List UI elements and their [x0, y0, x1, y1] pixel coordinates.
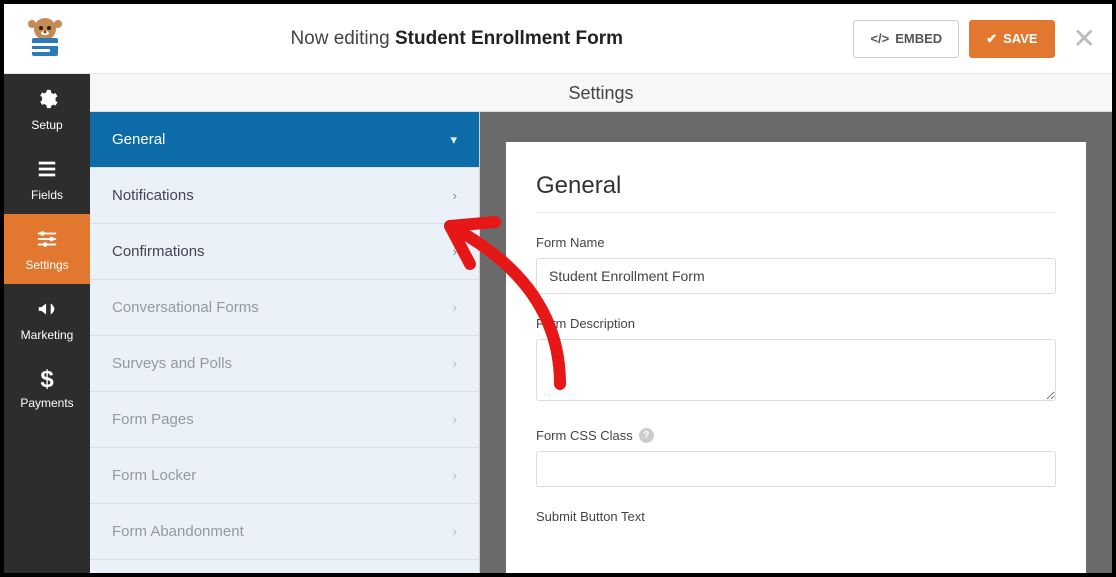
- nav-setup[interactable]: Setup: [4, 74, 90, 144]
- app-logo: [20, 14, 70, 64]
- code-icon: </>: [870, 31, 889, 46]
- settings-item-notifications[interactable]: Notifications ›: [90, 168, 479, 224]
- chevron-right-icon: ›: [453, 524, 457, 539]
- settings-item-label: Confirmations: [112, 243, 205, 260]
- settings-item-form-locker[interactable]: Form Locker ›: [90, 448, 479, 504]
- settings-item-label: Form Locker: [112, 467, 196, 484]
- form-title: Student Enrollment Form: [395, 28, 623, 49]
- gear-icon: [4, 88, 90, 114]
- nav-marketing[interactable]: Marketing: [4, 284, 90, 354]
- sliders-icon: [4, 228, 90, 254]
- workspace-body: General ▾ Notifications › Confirmations …: [90, 112, 1112, 573]
- field-submit-text: Submit Button Text: [536, 509, 1056, 524]
- form-css-label: Form CSS Class ?: [536, 428, 1056, 443]
- main-area: Setup Fields Settings Marketing $ Paymen…: [4, 74, 1112, 573]
- embed-button[interactable]: </> EMBED: [853, 20, 959, 58]
- workspace: Settings General ▾ Notifications › Confi…: [90, 74, 1112, 573]
- dollar-icon: $: [4, 368, 90, 392]
- check-icon: ✔: [986, 31, 997, 47]
- top-bar: Now editing Student Enrollment Form </> …: [4, 4, 1112, 74]
- chevron-right-icon: ›: [453, 356, 457, 371]
- settings-item-general[interactable]: General ▾: [90, 112, 479, 168]
- embed-label: EMBED: [895, 31, 942, 46]
- bullhorn-icon: [4, 298, 90, 324]
- save-button[interactable]: ✔ SAVE: [969, 20, 1054, 58]
- submit-btn-label: Submit Button Text: [536, 509, 1056, 524]
- chevron-right-icon: ›: [453, 300, 457, 315]
- close-icon[interactable]: ✕: [1073, 25, 1096, 53]
- chevron-right-icon: ›: [453, 188, 457, 203]
- page-title: Now editing Student Enrollment Form: [70, 28, 843, 50]
- nav-payments[interactable]: $ Payments: [4, 354, 90, 422]
- nav-label: Setup: [4, 118, 90, 132]
- settings-item-label: General: [112, 131, 165, 148]
- settings-item-conversational-forms[interactable]: Conversational Forms ›: [90, 280, 479, 336]
- general-panel: General Form Name Form Description Form …: [506, 142, 1086, 573]
- nav-label: Fields: [4, 188, 90, 202]
- settings-item-label: Surveys and Polls: [112, 355, 232, 372]
- field-form-css: Form CSS Class ?: [536, 428, 1056, 487]
- settings-item-label: Form Abandonment: [112, 523, 244, 540]
- form-name-input[interactable]: [536, 258, 1056, 294]
- left-nav: Setup Fields Settings Marketing $ Paymen…: [4, 74, 90, 573]
- settings-item-surveys-polls[interactable]: Surveys and Polls ›: [90, 336, 479, 392]
- form-desc-label: Form Description: [536, 316, 1056, 331]
- form-name-label: Form Name: [536, 235, 1056, 250]
- form-css-input[interactable]: [536, 451, 1056, 487]
- nav-fields[interactable]: Fields: [4, 144, 90, 214]
- settings-item-confirmations[interactable]: Confirmations ›: [90, 224, 479, 280]
- form-desc-input[interactable]: [536, 339, 1056, 401]
- nav-label: Payments: [4, 396, 90, 410]
- chevron-right-icon: ›: [453, 244, 457, 259]
- nav-label: Marketing: [4, 328, 90, 342]
- nav-label: Settings: [4, 258, 90, 272]
- chevron-down-icon: ▾: [450, 132, 457, 148]
- settings-item-label: Form Pages: [112, 411, 194, 428]
- chevron-right-icon: ›: [453, 468, 457, 483]
- nav-settings[interactable]: Settings: [4, 214, 90, 284]
- help-icon[interactable]: ?: [639, 428, 654, 443]
- settings-list[interactable]: General ▾ Notifications › Confirmations …: [90, 112, 480, 573]
- editing-prefix: Now editing: [290, 28, 389, 49]
- preview-outer: General Form Name Form Description Form …: [480, 112, 1112, 573]
- settings-item-label: Conversational Forms: [112, 299, 259, 316]
- settings-header: Settings: [90, 74, 1112, 112]
- settings-item-form-pages[interactable]: Form Pages ›: [90, 392, 479, 448]
- field-form-description: Form Description: [536, 316, 1056, 406]
- panel-title: General: [536, 172, 1056, 213]
- save-label: SAVE: [1003, 31, 1037, 46]
- chevron-right-icon: ›: [453, 412, 457, 427]
- list-icon: [4, 158, 90, 184]
- settings-item-label: Notifications: [112, 187, 194, 204]
- field-form-name: Form Name: [536, 235, 1056, 294]
- settings-item-form-abandonment[interactable]: Form Abandonment ›: [90, 504, 479, 560]
- form-css-label-text: Form CSS Class: [536, 428, 633, 443]
